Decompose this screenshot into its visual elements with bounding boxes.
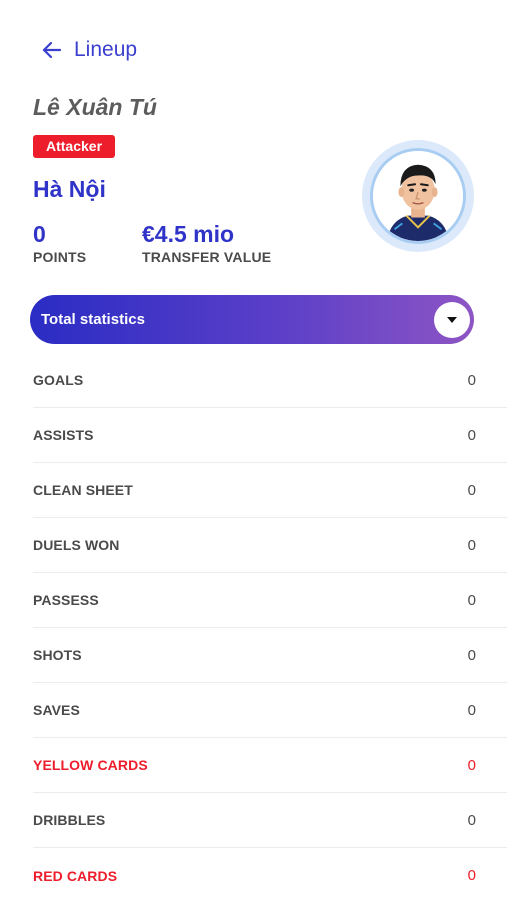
stat-name: RED CARDS [33, 867, 118, 884]
stat-name: ASSISTS [33, 427, 94, 443]
total-statistics-selector[interactable]: Total statistics [30, 295, 474, 344]
stat-value: 0 [467, 701, 476, 719]
stat-name: CLEAN SHEET [33, 482, 133, 498]
stat-name: SHOTS [33, 647, 82, 663]
points-stat: 0 POINTS [33, 220, 86, 265]
player-name: Lê Xuân Tú [33, 94, 157, 120]
stat-row-assists: ASSISTS 0 [33, 408, 507, 463]
transfer-stat: €4.5 mio TRANSFER VALUE [142, 220, 271, 265]
stat-row-duels-won: DUELS WON 0 [33, 518, 507, 573]
stat-row-passes: PASSESS 0 [33, 573, 507, 628]
stat-value: 0 [467, 371, 476, 389]
avatar-ring [370, 148, 466, 244]
stat-value: 0 [467, 811, 476, 829]
player-avatar-image [373, 151, 463, 241]
points-value: 0 [33, 221, 46, 247]
avatar [362, 140, 474, 252]
stat-value: 0 [467, 536, 476, 554]
stat-row-yellow-cards: YELLOW CARDS 0 [33, 738, 507, 793]
stat-value: 0 [467, 867, 476, 884]
stat-name: SAVES [33, 702, 80, 718]
stat-name: DUELS WON [33, 537, 120, 553]
stat-value: 0 [467, 481, 476, 499]
back-label: Lineup [74, 38, 138, 61]
points-label: POINTS [33, 249, 87, 265]
stat-row-red-cards: RED CARDS 0 [33, 848, 507, 900]
player-detail-page: Lineup Lê Xuân Tú Attacker Hà Nội 0 POIN… [0, 0, 507, 900]
dropdown-button[interactable] [434, 301, 470, 338]
transfer-label: TRANSFER VALUE [142, 249, 272, 265]
stats-list: GOALS 0 ASSISTS 0 CLEAN SHEET 0 DUELS WO… [33, 353, 507, 900]
stat-value: 0 [467, 426, 476, 444]
stat-value: 0 [467, 756, 476, 774]
stat-value: 0 [467, 646, 476, 664]
stat-name: PASSESS [33, 592, 99, 608]
stat-row-saves: SAVES 0 [33, 683, 507, 738]
stat-name: YELLOW CARDS [33, 757, 148, 773]
stat-name: DRIBBLES [33, 812, 106, 828]
stat-row-goals: GOALS 0 [33, 353, 507, 408]
stat-row-clean-sheet: CLEAN SHEET 0 [33, 463, 507, 518]
stat-name: GOALS [33, 372, 84, 388]
stat-value: 0 [467, 591, 476, 609]
back-button[interactable]: Lineup [40, 38, 137, 62]
chevron-down-icon [447, 316, 457, 323]
club-name: Hà Nội [33, 176, 106, 202]
position-badge: Attacker [33, 135, 116, 158]
stat-row-dribbles: DRIBBLES 0 [33, 793, 507, 848]
total-statistics-title: Total statistics [41, 311, 145, 328]
arrow-left-icon [42, 41, 62, 59]
stat-row-shots: SHOTS 0 [33, 628, 507, 683]
transfer-value: €4.5 mio [142, 221, 235, 247]
